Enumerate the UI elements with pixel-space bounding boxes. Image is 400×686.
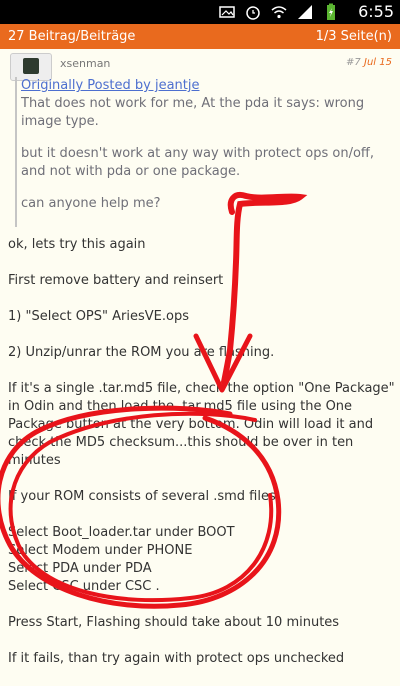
alarm-icon <box>246 6 260 20</box>
username[interactable]: xsenman <box>60 57 110 70</box>
forum-post: xsenman #7 Jul 15 Originally Posted by j… <box>0 49 400 666</box>
page-indicator[interactable]: 1/3 Seite(n) <box>316 29 392 44</box>
body-paragraph: 2) Unzip/unrar the ROM you are flashing. <box>8 345 275 360</box>
status-bar: 6:55 <box>0 0 400 24</box>
body-paragraph: If it's a single .tar.md5 file, check th… <box>8 381 395 468</box>
signal-icon <box>298 5 312 19</box>
body-line: Select Modem under PHONE <box>8 543 193 558</box>
body-paragraph: ok, lets try this again <box>8 237 146 252</box>
body-paragraph: Press Start, Flashing should take about … <box>8 615 340 630</box>
quote-paragraph: That does not work for me, At the pda it… <box>21 96 365 129</box>
thread-header-bar: 27 Beitrag/Beiträge 1/3 Seite(n) <box>0 24 400 49</box>
image-icon <box>219 6 235 18</box>
post-body: ok, lets try this again First remove bat… <box>8 236 396 686</box>
avatar-image <box>23 58 39 74</box>
post-number: #7 <box>346 57 361 68</box>
wifi-icon <box>271 6 287 19</box>
battery-icon <box>327 3 335 20</box>
quote-paragraph: can anyone help me? <box>21 196 161 211</box>
body-line: Select PDA under PDA <box>8 561 152 576</box>
post-count[interactable]: 27 Beitrag/Beiträge <box>8 29 135 44</box>
body-paragraph: Select CSC under CSC . <box>8 579 160 594</box>
body-paragraph: If your ROM consists of several .smd fil… <box>8 489 276 504</box>
quote-source-link[interactable]: Originally Posted by jeantje <box>21 77 400 95</box>
quote-paragraph: but it doesn't work at any way with prot… <box>21 146 374 179</box>
post-date: Jul 15 <box>364 57 392 68</box>
body-line: Select Boot_loader.tar under BOOT <box>8 525 235 540</box>
body-paragraph: 1) "Select OPS" AriesVE.ops <box>8 309 189 324</box>
body-paragraph: First remove battery and reinsert <box>8 273 224 288</box>
status-icons <box>218 3 340 21</box>
clock: 6:55 <box>358 2 394 21</box>
body-paragraph: If it fails, than try again with protect… <box>8 651 345 666</box>
quote-block: Originally Posted by jeantje That does n… <box>15 77 400 227</box>
